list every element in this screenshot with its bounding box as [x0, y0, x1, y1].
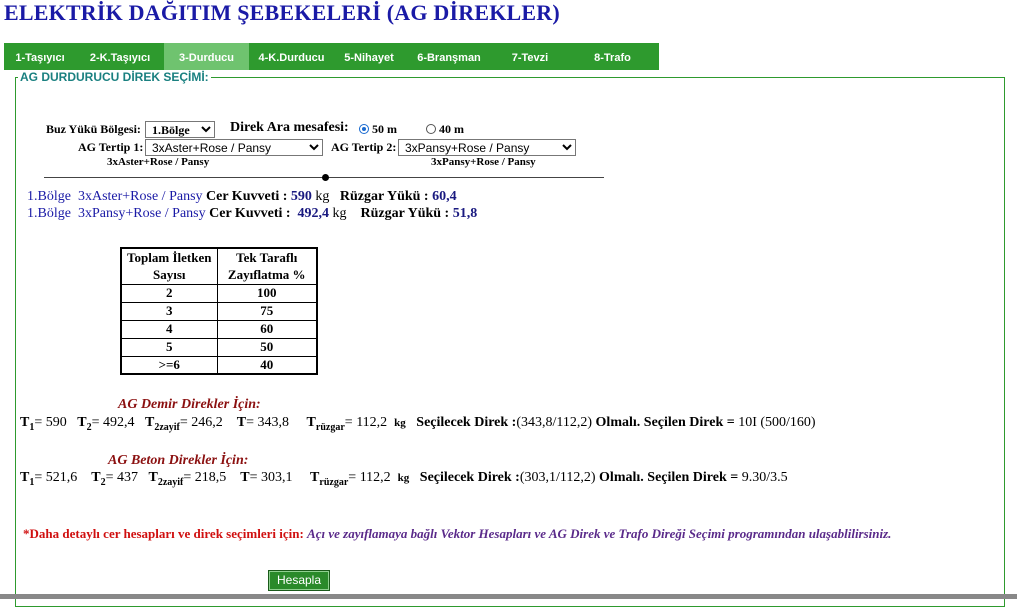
demir-values-line: T1= 590 T2= 492,4 T2zayif= 246,2 T= 343,… — [20, 415, 816, 433]
ice-zone-label: Buz Yükü Bölgesi: — [46, 122, 141, 136]
tab-k-durducu[interactable]: 4-K.Durducu — [249, 43, 334, 70]
demir-t: 343,8 — [257, 415, 290, 430]
tab-bar: 1-Taşıyıcı 2-K.Taşıyıcı 3-Durducu 4-K.Du… — [4, 43, 659, 70]
header-total-conductors: Toplam İletken — [120, 247, 218, 266]
cell-count: 3 — [120, 301, 218, 321]
tab-tevzi[interactable]: 7-Tevzi — [494, 43, 566, 70]
header-count: Sayısı — [120, 266, 218, 285]
beton-values-line: T1= 521,6 T2= 437 T2zayif= 218,5 T= 303,… — [20, 470, 788, 488]
section-legend: AG DURDURUCU DİREK SEÇİMİ: — [18, 70, 211, 84]
cell-count: 5 — [120, 337, 218, 357]
demir-t2zayif: 246,2 — [191, 415, 223, 430]
calculate-button[interactable]: Hesapla — [268, 570, 330, 591]
result2-unit: kg — [332, 206, 347, 221]
tab-nihayet[interactable]: 5-Nihayet — [334, 43, 404, 70]
result1-wind: 60,4 — [432, 189, 457, 204]
tab-tasiyici[interactable]: 1-Taşıyıcı — [4, 43, 76, 70]
ice-zone-select[interactable]: 1.Bölge — [145, 121, 215, 138]
demir-t1: 590 — [45, 415, 67, 430]
cell-pct: 60 — [216, 319, 318, 339]
result1-tension-label: Cer Kuvveti : — [206, 189, 288, 204]
page-title: ELEKTRİK DAĞITIM ŞEBEKELERİ (AG DİREKLER… — [4, 0, 560, 25]
result2-tension: 492,4 — [297, 206, 330, 221]
result2-conductor: 3xPansy+Rose / Pansy — [77, 206, 206, 221]
cell-count: >=6 — [120, 355, 218, 375]
span-option-50[interactable]: 50 m — [359, 122, 397, 137]
cell-count: 4 — [120, 319, 218, 339]
arrangement2-label: AG Tertip 2: — [331, 140, 397, 154]
note-link[interactable]: Açı ve zayıflamaya bağlı Vektor Hesaplar… — [307, 526, 891, 541]
result1-zone: 1.Bölge — [27, 189, 71, 204]
span-50-radio[interactable] — [359, 124, 369, 134]
note-red: *Daha detaylı cer hesapları ve direk seç… — [23, 526, 304, 541]
tab-durducu[interactable]: 3-Durducu — [164, 43, 249, 70]
beton-t: 303,1 — [261, 470, 293, 485]
beton-secilecek: (303,1/112,2) — [519, 470, 596, 485]
demir-heading: AG Demir Direkler İçin: — [118, 397, 261, 412]
beton-truzgar: 112,2 — [359, 470, 391, 485]
detail-note: *Daha detaylı cer hesapları ve direk seç… — [23, 526, 891, 542]
header-one-sided: Tek Taraflı — [216, 247, 318, 266]
beton-secilen: 9.30/3.5 — [741, 470, 788, 485]
span-50-label: 50 m — [372, 122, 397, 136]
cell-pct: 50 — [216, 337, 318, 357]
tab-trafo[interactable]: 8-Trafo — [566, 43, 659, 70]
arrangement2-caption: 3xPansy+Rose / Pansy — [431, 156, 536, 168]
arrangement2-select[interactable]: 3xPansy+Rose / Pansy — [398, 139, 576, 156]
weakening-table: Toplam İletken Tek Taraflı Sayısı Zayıfl… — [120, 247, 318, 375]
result2-tension-label: Cer Kuvveti : — [209, 206, 291, 221]
result1-wind-label: Rüzgar Yükü : — [339, 189, 429, 204]
beton-heading: AG Beton Direkler İçin: — [108, 453, 249, 468]
arrangement1-select[interactable]: 3xAster+Rose / Pansy — [145, 139, 323, 156]
result2-zone: 1.Bölge — [27, 206, 71, 221]
beton-secilecek-label: Seçilecek Direk : — [419, 470, 520, 485]
span-label: Direk Ara mesafesi: — [230, 120, 349, 135]
table-row: 4 60 — [120, 319, 318, 339]
result-row-2: 1.Bölge 3xPansy+Rose / Pansy Cer Kuvveti… — [27, 206, 477, 222]
demir-secilecek-label: Seçilecek Direk : — [416, 415, 517, 430]
table-row: 5 50 — [120, 337, 318, 357]
result-row-1: 1.Bölge 3xAster+Rose / Pansy Cer Kuvveti… — [27, 189, 457, 205]
tab-bransman[interactable]: 6-Branşman — [404, 43, 494, 70]
table-row: >=6 40 — [120, 355, 318, 375]
span-option-40[interactable]: 40 m — [426, 122, 464, 137]
divider-dot — [322, 174, 329, 181]
header-weakening: Zayıflatma % — [216, 266, 318, 285]
tab-k-tasiyici[interactable]: 2-K.Taşıyıcı — [76, 43, 164, 70]
cell-count: 2 — [120, 283, 218, 303]
table-row: 2 100 — [120, 283, 318, 303]
cell-pct: 40 — [216, 355, 318, 375]
demir-secilecek: (343,8/112,2) — [516, 415, 593, 430]
result1-conductor: 3xAster+Rose / Pansy — [77, 189, 203, 204]
table-header-row: Toplam İletken Tek Taraflı — [120, 247, 318, 266]
horizontal-scrollbar[interactable] — [0, 594, 1017, 599]
table-row: 3 75 — [120, 301, 318, 321]
beton-t2: 437 — [117, 470, 138, 485]
result1-unit: kg — [315, 189, 330, 204]
table-header-row: Sayısı Zayıflatma % — [120, 266, 318, 285]
result2-wind: 51,8 — [452, 206, 478, 221]
arrangement1-label: AG Tertip 1: — [78, 140, 144, 154]
beton-t1: 521,6 — [45, 470, 78, 485]
arrangement1-caption: 3xAster+Rose / Pansy — [107, 156, 210, 168]
span-40-label: 40 m — [439, 122, 464, 136]
cell-pct: 75 — [216, 301, 318, 321]
cell-pct: 100 — [216, 283, 318, 303]
result2-wind-label: Rüzgar Yükü : — [360, 206, 450, 221]
demir-t2: 492,4 — [103, 415, 135, 430]
beton-t2zayif: 218,5 — [194, 470, 227, 485]
span-40-radio[interactable] — [426, 124, 436, 134]
result1-tension: 590 — [290, 189, 312, 204]
demir-truzgar: 112,2 — [356, 415, 388, 430]
demir-secilen: 10I (500/160) — [738, 415, 816, 430]
